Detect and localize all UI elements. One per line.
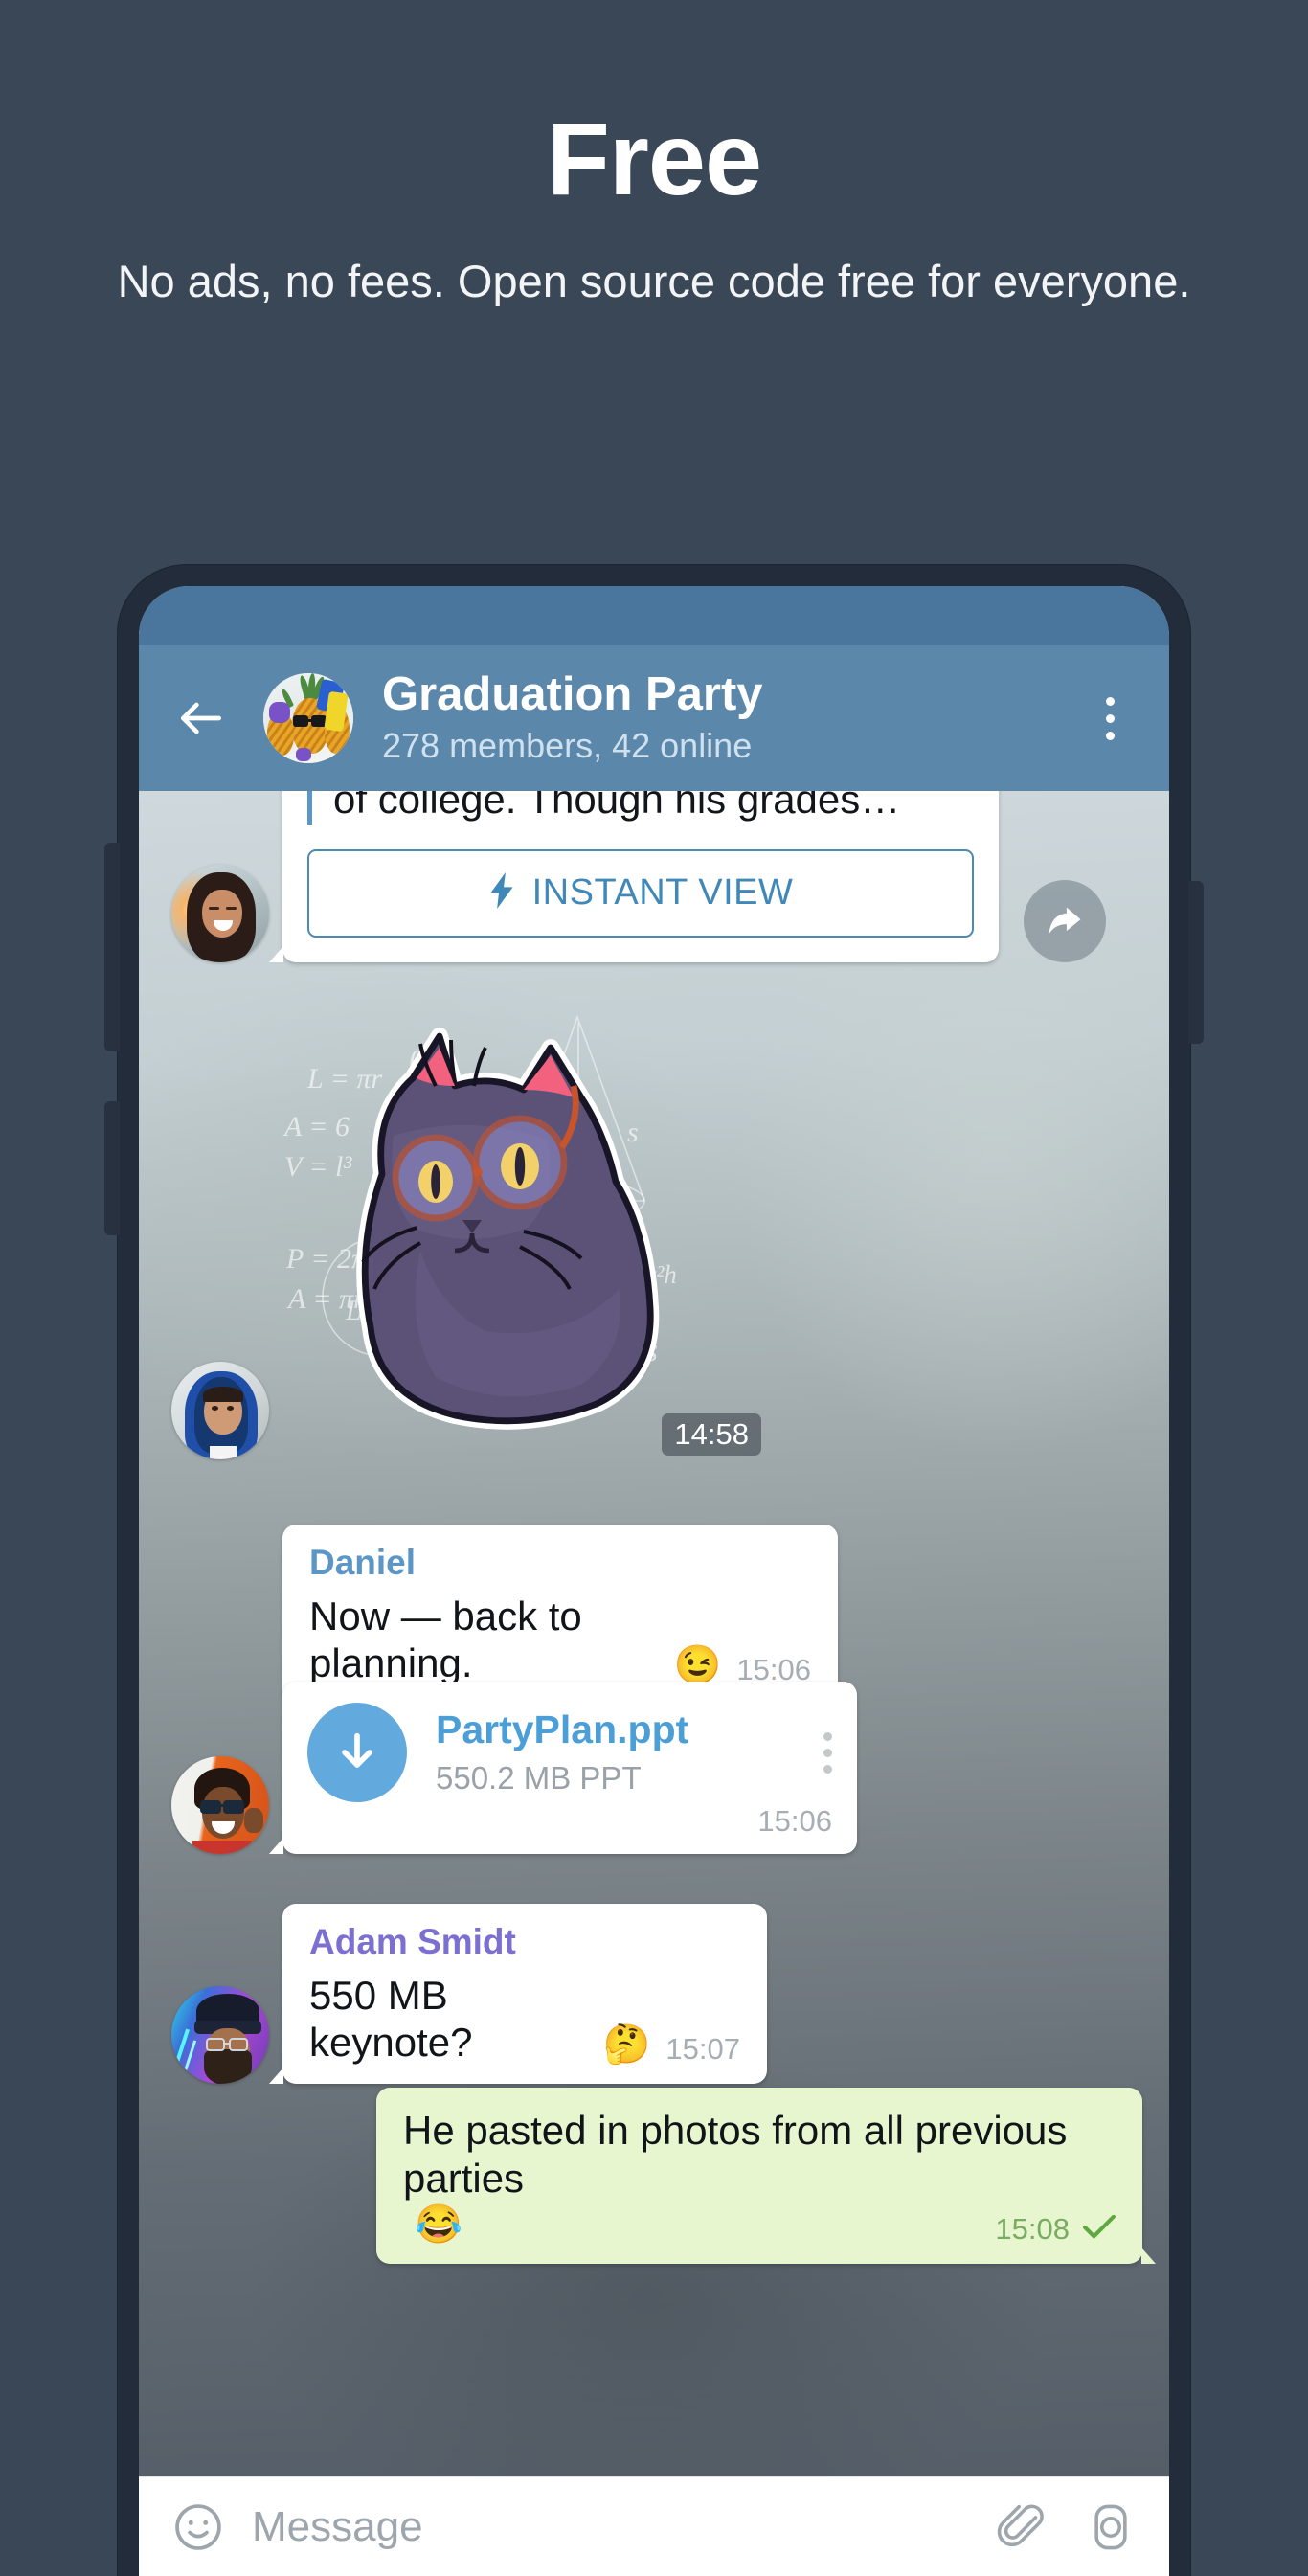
message-row-daniel: Daniel Now — back to planning. 😉 15:06 — [282, 1525, 838, 1705]
lightning-bolt-icon — [488, 872, 517, 914]
more-vertical-icon[interactable] — [1083, 684, 1137, 753]
file-name[interactable]: PartyPlan.ppt — [436, 1708, 812, 1751]
message-text: He pasted in photos from all previous pa… — [403, 2108, 1068, 2201]
promo-title: Free — [546, 101, 762, 216]
download-arrow-icon[interactable] — [307, 1703, 407, 1802]
woman-smiling-avatar[interactable] — [171, 864, 269, 962]
quote-text: Einstein struggled to find a job out of … — [333, 791, 901, 823]
message-row-outgoing: He pasted in photos from all previous pa… — [376, 2088, 1156, 2265]
message-text: 550 MB keynote? — [309, 1972, 473, 2066]
outgoing-bubble[interactable]: He pasted in photos from all previous pa… — [376, 2088, 1156, 2265]
laughing-emoji: 😂 — [415, 2203, 462, 2247]
group-title: Graduation Party — [382, 667, 763, 720]
text-bubble[interactable]: Adam Smidt 550 MB keynote? 🤔 15:07 — [269, 1904, 767, 2084]
message-input[interactable]: Message — [252, 2503, 997, 2551]
sender-name: Adam Smidt — [309, 1922, 516, 1961]
phone-device: Graduation Party 278 members, 42 online — [104, 565, 1204, 2576]
message-row-sticker: L = πr A = 6 V = l³ P = 2πr A = πr² θ θ … — [171, 1009, 761, 1459]
forward-arrow-icon[interactable] — [1024, 879, 1106, 962]
message-timestamp: 15:06 — [757, 1804, 832, 1838]
message-composer: Message — [139, 2476, 1169, 2576]
person-blue-hoodie-avatar[interactable] — [171, 1362, 269, 1459]
sender-name: Daniel — [309, 1543, 417, 1582]
app-header-text[interactable]: Graduation Party 278 members, 42 online — [382, 667, 1083, 766]
promo-block: Free No ads, no fees. Open source code f… — [0, 0, 1308, 310]
thinking-emoji: 🤔 — [602, 2022, 651, 2066]
message-timestamp: 15:08 — [995, 2212, 1070, 2247]
instant-view-button[interactable]: INSTANT VIEW — [307, 848, 974, 938]
volume-button-right[interactable] — [1188, 881, 1204, 1044]
instant-view-label: INSTANT VIEW — [531, 872, 794, 914]
sticker-timestamp: 14:58 — [662, 1413, 761, 1456]
smiley-icon[interactable] — [171, 2500, 225, 2554]
message-timestamp: 15:07 — [665, 2031, 740, 2066]
message-row-link-preview: Einstein struggled to find a job out of … — [171, 791, 1106, 962]
more-vertical-icon[interactable] — [812, 1731, 832, 1774]
message-row-file: PartyPlan.ppt 550.2 MB PPT 15:06 — [171, 1682, 857, 1854]
back-arrow-icon[interactable] — [171, 689, 231, 748]
message-text: Now — back to planning. — [309, 1593, 582, 1686]
group-subtitle: 278 members, 42 online — [382, 725, 753, 765]
power-button[interactable] — [104, 1101, 120, 1235]
phone-screen: Graduation Party 278 members, 42 online — [139, 586, 1169, 2576]
promo-subtitle: No ads, no fees. Open source code free f… — [117, 256, 1191, 306]
math-cat-sticker[interactable]: L = πr A = 6 V = l³ P = 2πr A = πr² θ θ … — [284, 1009, 761, 1459]
quote-block: Einstein struggled to find a job out of … — [307, 791, 974, 825]
file-size: 550.2 MB PPT — [436, 1759, 642, 1796]
man-beanie-avatar[interactable] — [171, 1985, 269, 2084]
text-bubble[interactable]: Daniel Now — back to planning. 😉 15:06 — [282, 1525, 838, 1705]
volume-button-left[interactable] — [104, 843, 120, 1051]
man-sunglasses-avatar[interactable] — [171, 1756, 269, 1854]
app-header: Graduation Party 278 members, 42 online — [139, 645, 1169, 791]
pineapples-avatar[interactable] — [263, 673, 353, 763]
wink-emoji: 😉 — [673, 1643, 722, 1686]
single-check-icon — [1083, 2214, 1116, 2245]
status-bar — [139, 586, 1169, 645]
message-list[interactable]: Einstein struggled to find a job out of … — [139, 791, 1169, 2476]
camera-icon[interactable] — [1085, 2501, 1137, 2553]
file-bubble[interactable]: PartyPlan.ppt 550.2 MB PPT 15:06 — [269, 1682, 857, 1854]
message-row-adam: Adam Smidt 550 MB keynote? 🤔 15:07 — [171, 1904, 767, 2084]
link-preview-bubble[interactable]: Einstein struggled to find a job out of … — [269, 791, 999, 962]
paperclip-icon[interactable] — [997, 2501, 1049, 2553]
